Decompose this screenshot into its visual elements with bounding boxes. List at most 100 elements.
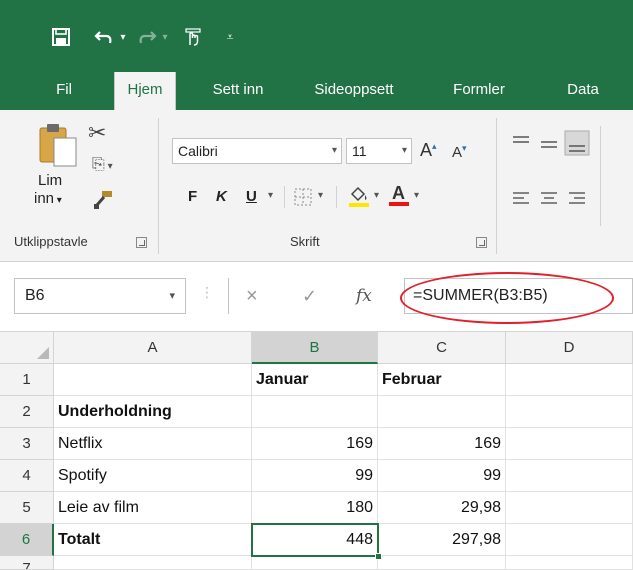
chevron-down-icon: ▾ (169, 290, 175, 302)
cut-icon[interactable]: ✂ (88, 120, 106, 146)
align-right-icon[interactable] (568, 190, 586, 211)
undo-icon[interactable] (90, 22, 118, 52)
cell-b1[interactable]: Januar (252, 364, 378, 396)
format-painter-icon[interactable] (92, 190, 114, 215)
align-middle-icon[interactable] (540, 136, 558, 157)
formula-bar-grip-icon: ⋮ (200, 284, 214, 300)
cell-d1[interactable] (506, 364, 633, 396)
cell-b4[interactable]: 99 (252, 460, 378, 492)
align-left-icon[interactable] (512, 190, 530, 211)
cell-b5[interactable]: 180 (252, 492, 378, 524)
group-separator (496, 118, 497, 254)
redo-icon[interactable] (134, 22, 160, 52)
clipboard-group-label: Utklippstavle (14, 234, 88, 249)
row-header-4[interactable]: 4 (0, 460, 54, 492)
quick-access-toolbar: ▾ ▾ ⩡ (46, 22, 242, 52)
redo-dropdown-icon[interactable]: ▾ (160, 22, 170, 52)
font-name-select[interactable]: Calibri ▾ (172, 138, 342, 164)
cell-b3[interactable]: 169 (252, 428, 378, 460)
cell-b2[interactable] (252, 396, 378, 428)
save-icon[interactable] (46, 22, 76, 52)
copy-icon[interactable]: ⎘ ▾ (92, 156, 113, 174)
svg-text:A: A (392, 183, 405, 203)
row-header-3[interactable]: 3 (0, 428, 54, 460)
cell-c4[interactable]: 99 (378, 460, 506, 492)
column-header-d[interactable]: D (506, 332, 633, 364)
cell-c3[interactable]: 169 (378, 428, 506, 460)
tab-hjem[interactable]: Hjem (114, 72, 176, 110)
ribbon: Lim inn ▾ ✂ ⎘ ▾ Utklippstavle Calibri ▾ … (0, 110, 633, 262)
cell-a7[interactable] (54, 556, 252, 570)
chevron-down-icon[interactable]: ▾ (414, 190, 419, 201)
cell-c5[interactable]: 29,98 (378, 492, 506, 524)
cell-a4[interactable]: Spotify (54, 460, 252, 492)
cell-a2[interactable]: Underholdning (54, 396, 252, 428)
cell-d4[interactable] (506, 460, 633, 492)
formula-highlight-oval (400, 272, 614, 324)
fill-color-icon[interactable] (348, 184, 370, 213)
paste-icon (39, 124, 77, 167)
cell-d2[interactable] (506, 396, 633, 428)
cell-c6[interactable]: 297,98 (378, 524, 506, 556)
cell-d6[interactable] (506, 524, 633, 556)
clipboard-launcher-icon[interactable] (136, 237, 147, 248)
tab-fil[interactable]: Fil (44, 72, 84, 110)
chevron-down-icon[interactable]: ▾ (374, 190, 379, 201)
chevron-down-icon[interactable]: ▾ (268, 190, 273, 201)
cell-c2[interactable] (378, 396, 506, 428)
cell-b6-active[interactable]: 448 (251, 523, 379, 557)
column-header-b[interactable]: B (252, 332, 378, 364)
increase-font-size-icon[interactable]: A▴ (420, 140, 437, 161)
paste-button[interactable]: Lim inn ▾ (32, 122, 82, 212)
cell-d5[interactable] (506, 492, 633, 524)
cell-c7[interactable] (378, 556, 506, 570)
align-bottom-icon[interactable] (564, 130, 590, 161)
cell-a1[interactable] (54, 364, 252, 396)
insert-function-icon[interactable]: fx (356, 278, 372, 314)
divider (228, 278, 229, 314)
font-color-icon[interactable]: A (388, 182, 410, 213)
align-top-icon[interactable] (512, 134, 530, 155)
cell-a3[interactable]: Netflix (54, 428, 252, 460)
column-header-c[interactable]: C (378, 332, 506, 364)
underline-button[interactable]: U (246, 188, 257, 205)
divider (336, 186, 337, 208)
enter-icon[interactable]: ✓ (302, 278, 317, 314)
cancel-icon[interactable]: × (246, 278, 258, 314)
select-all-button[interactable] (0, 332, 54, 364)
customize-qat-icon[interactable]: ⩡ (218, 22, 242, 52)
italic-button[interactable]: K (216, 188, 227, 205)
cell-d3[interactable] (506, 428, 633, 460)
cell-c1[interactable]: Februar (378, 364, 506, 396)
font-group-label: Skrift (290, 234, 320, 249)
decrease-font-size-icon[interactable]: A▾ (452, 143, 467, 161)
align-center-icon[interactable] (540, 190, 558, 211)
divider (600, 126, 601, 226)
font-launcher-icon[interactable] (476, 237, 487, 248)
tab-sett-inn[interactable]: Sett inn (200, 72, 276, 110)
tab-sideoppsett[interactable]: Sideoppsett (300, 72, 408, 110)
row-header-6[interactable]: 6 (0, 524, 54, 556)
row-header-2[interactable]: 2 (0, 396, 54, 428)
tab-formler[interactable]: Formler (444, 72, 514, 110)
chevron-down-icon[interactable]: ▾ (318, 190, 323, 201)
paste-label: Lim (38, 172, 63, 189)
touch-mode-icon[interactable] (178, 22, 208, 52)
borders-icon[interactable] (294, 188, 312, 211)
tab-data[interactable]: Data (556, 72, 610, 110)
row-header-1[interactable]: 1 (0, 364, 54, 396)
column-header-a[interactable]: A (54, 332, 252, 364)
bold-button[interactable]: F (188, 188, 197, 205)
fill-handle[interactable] (375, 553, 382, 560)
name-box[interactable]: B6 ▾ (14, 278, 186, 314)
group-separator (158, 118, 159, 254)
cell-a6[interactable]: Totalt (54, 524, 252, 556)
cell-d7[interactable] (506, 556, 633, 570)
cell-a5[interactable]: Leie av film (54, 492, 252, 524)
divider (284, 186, 285, 208)
row-header-7[interactable]: 7 (0, 556, 54, 570)
cell-b7[interactable] (252, 556, 378, 570)
row-header-5[interactable]: 5 (0, 492, 54, 524)
font-size-select[interactable]: 11 ▾ (346, 138, 412, 164)
undo-dropdown-icon[interactable]: ▾ (118, 22, 128, 52)
